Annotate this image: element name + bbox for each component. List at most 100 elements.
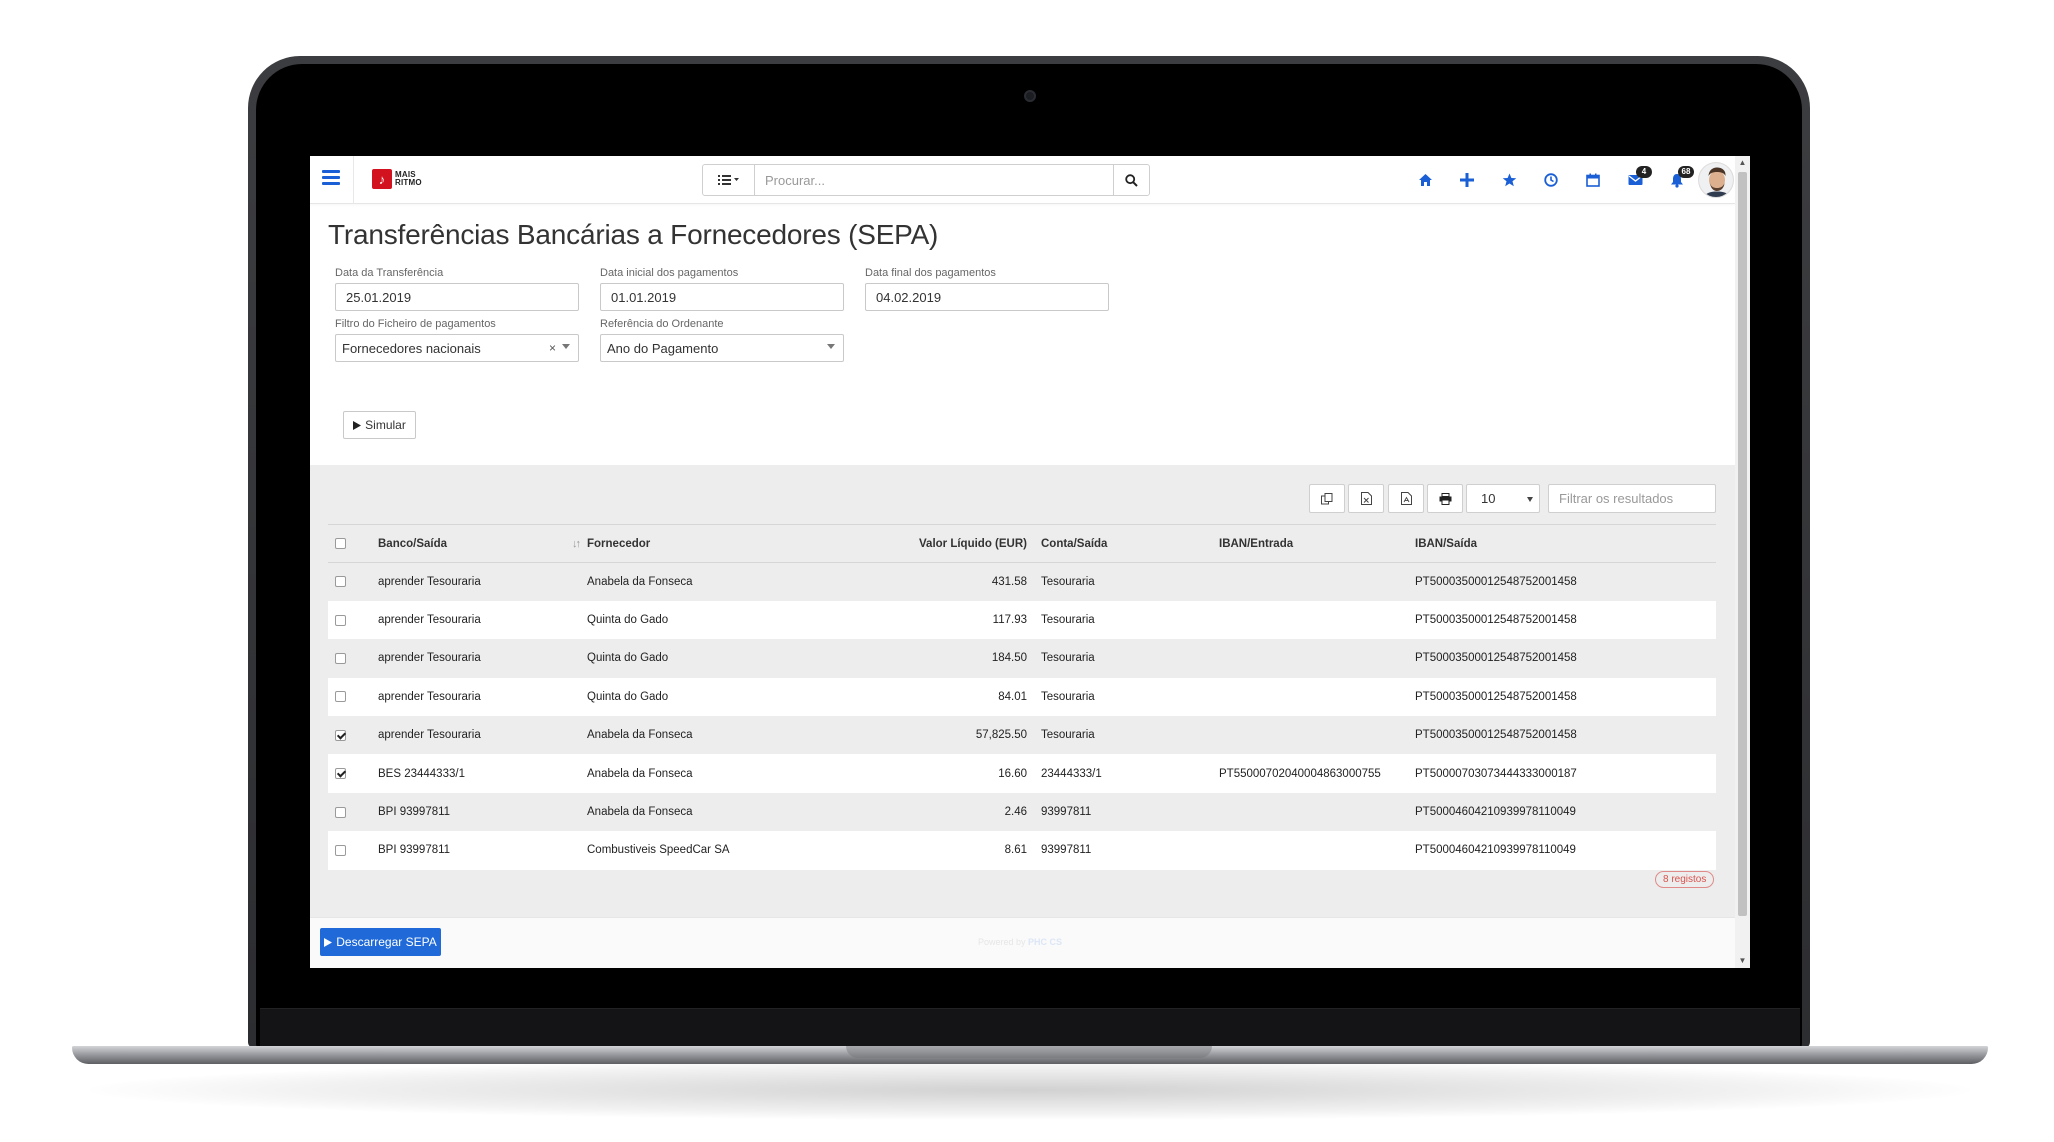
- user-avatar[interactable]: [1698, 162, 1734, 198]
- cell-iban-saida: PT50000703073444333000187: [1415, 754, 1716, 793]
- play-icon: [353, 420, 362, 430]
- cell-banco-saida: BES 23444333/1: [378, 754, 587, 793]
- data-inicial-value: 01.01.2019: [611, 289, 677, 305]
- cell-valor-liquido: 57,825.50: [898, 716, 1041, 755]
- copy-icon: [1321, 492, 1333, 504]
- cell-fornecedor: Combustiveis SpeedCar SA: [587, 831, 898, 870]
- search-button[interactable]: [1113, 165, 1149, 195]
- chevron-down-icon: [827, 344, 835, 349]
- referencia-select[interactable]: Ano do Pagamento: [600, 334, 844, 362]
- cell-fornecedor: Anabela da Fonseca: [587, 792, 898, 832]
- filtro-select[interactable]: Fornecedores nacionais ×: [335, 334, 579, 362]
- calendar-button[interactable]: [1572, 156, 1614, 204]
- results-table-body: aprender Tesouraria Anabela da Fonseca 431…: [328, 562, 1716, 870]
- data-final-label: Data final dos pagamentos: [865, 267, 996, 279]
- chevron-down-icon: [1527, 497, 1533, 502]
- scrollbar-thumb[interactable]: [1738, 172, 1747, 916]
- messages-button[interactable]: 4: [1614, 156, 1656, 204]
- col-conta-saida[interactable]: Conta/Saída: [1041, 524, 1219, 563]
- simulate-button[interactable]: Simular: [343, 411, 416, 439]
- table-row[interactable]: BPI 93997811 Combustiveis SpeedCar SA 8.61…: [328, 831, 1716, 870]
- row-checkbox[interactable]: [335, 691, 346, 703]
- cell-valor-liquido: 117.93: [898, 600, 1041, 640]
- table-row[interactable]: aprender Tesouraria Anabela da Fonseca 57,…: [328, 716, 1716, 755]
- cell-iban-saida: PT50003500012548752001458: [1415, 677, 1716, 717]
- powered-by-prefix: Powered by: [978, 937, 1026, 947]
- navbar-actions: 4 68: [1404, 156, 1698, 204]
- search-scope-dropdown[interactable]: [703, 165, 755, 195]
- col-iban-entrada[interactable]: IBAN/Entrada: [1219, 524, 1415, 563]
- download-sepa-button[interactable]: Descarregar SEPA: [320, 928, 441, 956]
- col-iban-saida[interactable]: IBAN/Saída: [1415, 524, 1716, 563]
- search-input[interactable]: [755, 165, 1113, 195]
- cell-valor-liquido: 84.01: [898, 677, 1041, 717]
- cell-iban-entrada: [1219, 792, 1415, 832]
- cell-conta-saida: 93997811: [1041, 831, 1219, 870]
- results-table: Banco/Saída ↓↑ Fornecedor Valor Líquido (…: [328, 524, 1716, 870]
- filtro-label: Filtro do Ficheiro de pagamentos: [335, 318, 496, 330]
- cell-valor-liquido: 2.46: [898, 792, 1041, 832]
- notifications-button[interactable]: 68: [1656, 156, 1698, 204]
- row-checkbox[interactable]: [335, 844, 346, 856]
- record-count-badge: 8 registos: [1655, 871, 1715, 888]
- data-transferencia-field[interactable]: 25.01.2019: [335, 283, 579, 311]
- messages-badge: 4: [1636, 166, 1652, 178]
- cell-iban-saida: PT50004604210939978110049: [1415, 792, 1716, 832]
- data-inicial-field[interactable]: 01.01.2019: [600, 283, 844, 311]
- row-checkbox[interactable]: [335, 729, 346, 741]
- table-row[interactable]: aprender Tesouraria Anabela da Fonseca 431…: [328, 562, 1716, 601]
- copy-button[interactable]: [1309, 484, 1345, 513]
- print-button[interactable]: [1427, 484, 1463, 513]
- row-select-cell: [328, 716, 378, 755]
- powered-by: Powered by PHC CS: [978, 937, 1062, 947]
- scroll-up-icon[interactable]: ▲: [1738, 158, 1747, 167]
- history-button[interactable]: [1530, 156, 1572, 204]
- results-filter-input[interactable]: [1548, 484, 1716, 513]
- home-button[interactable]: [1404, 156, 1446, 204]
- data-transferencia-label: Data da Transferência: [335, 267, 444, 279]
- referencia-label: Referência do Ordenante: [600, 318, 724, 330]
- row-checkbox[interactable]: [335, 614, 346, 626]
- row-checkbox[interactable]: [335, 768, 346, 780]
- excel-export-button[interactable]: [1348, 484, 1384, 513]
- col-fornecedor[interactable]: Fornecedor: [587, 524, 898, 563]
- row-select-cell: [328, 600, 378, 640]
- data-final-field[interactable]: 04.02.2019: [865, 283, 1109, 311]
- brand-logo[interactable]: ♪ MAIS RITMO: [372, 168, 422, 190]
- table-row[interactable]: BES 23444333/1 Anabela da Fonseca 16.60 234…: [328, 754, 1716, 793]
- pdf-file-icon: [1400, 492, 1412, 505]
- page-title: Transferências Bancárias a Fornecedores …: [328, 219, 939, 250]
- scroll-down-icon[interactable]: ▼: [1738, 956, 1747, 965]
- data-final-value: 04.02.2019: [876, 289, 942, 305]
- clear-icon[interactable]: ×: [549, 341, 556, 355]
- row-checkbox[interactable]: [335, 576, 346, 588]
- home-icon: [1418, 174, 1432, 186]
- table-row[interactable]: aprender Tesouraria Quinta do Gado 84.01 Te…: [328, 677, 1716, 717]
- row-select-cell: [328, 831, 378, 870]
- cell-iban-saida: PT50003500012548752001458: [1415, 716, 1716, 755]
- col-banco-saida[interactable]: Banco/Saída ↓↑: [378, 524, 587, 563]
- filtro-value: Fornecedores nacionais: [342, 340, 481, 356]
- vertical-scrollbar[interactable]: ▲ ▼: [1735, 156, 1750, 968]
- page-size-select[interactable]: 10: [1466, 484, 1540, 513]
- table-row[interactable]: BPI 93997811 Anabela da Fonseca 2.46 939978…: [328, 792, 1716, 832]
- col-valor-liquido[interactable]: Valor Líquido (EUR): [898, 524, 1041, 563]
- sort-icon[interactable]: ↓↑: [572, 538, 581, 550]
- favorites-button[interactable]: [1488, 156, 1530, 204]
- cell-conta-saida: Tesouraria: [1041, 716, 1219, 755]
- new-button[interactable]: [1446, 156, 1488, 204]
- powered-by-brand: PHC CS: [1028, 937, 1063, 947]
- select-all-checkbox[interactable]: [335, 537, 346, 549]
- table-row[interactable]: aprender Tesouraria Quinta do Gado 117.93 T…: [328, 600, 1716, 640]
- cell-banco-saida: aprender Tesouraria: [378, 562, 587, 601]
- page-footer: Descarregar SEPA Powered by PHC CS: [310, 917, 1735, 968]
- cell-conta-saida: 93997811: [1041, 792, 1219, 832]
- menu-icon[interactable]: [322, 170, 340, 186]
- row-checkbox[interactable]: [335, 652, 346, 664]
- row-checkbox[interactable]: [335, 806, 346, 818]
- cell-iban-saida: PT50003500012548752001458: [1415, 639, 1716, 678]
- cell-fornecedor: Anabela da Fonseca: [587, 754, 898, 793]
- pdf-export-button[interactable]: [1388, 484, 1424, 513]
- table-row[interactable]: aprender Tesouraria Quinta do Gado 184.50 T…: [328, 639, 1716, 678]
- cell-conta-saida: 23444333/1: [1041, 754, 1219, 793]
